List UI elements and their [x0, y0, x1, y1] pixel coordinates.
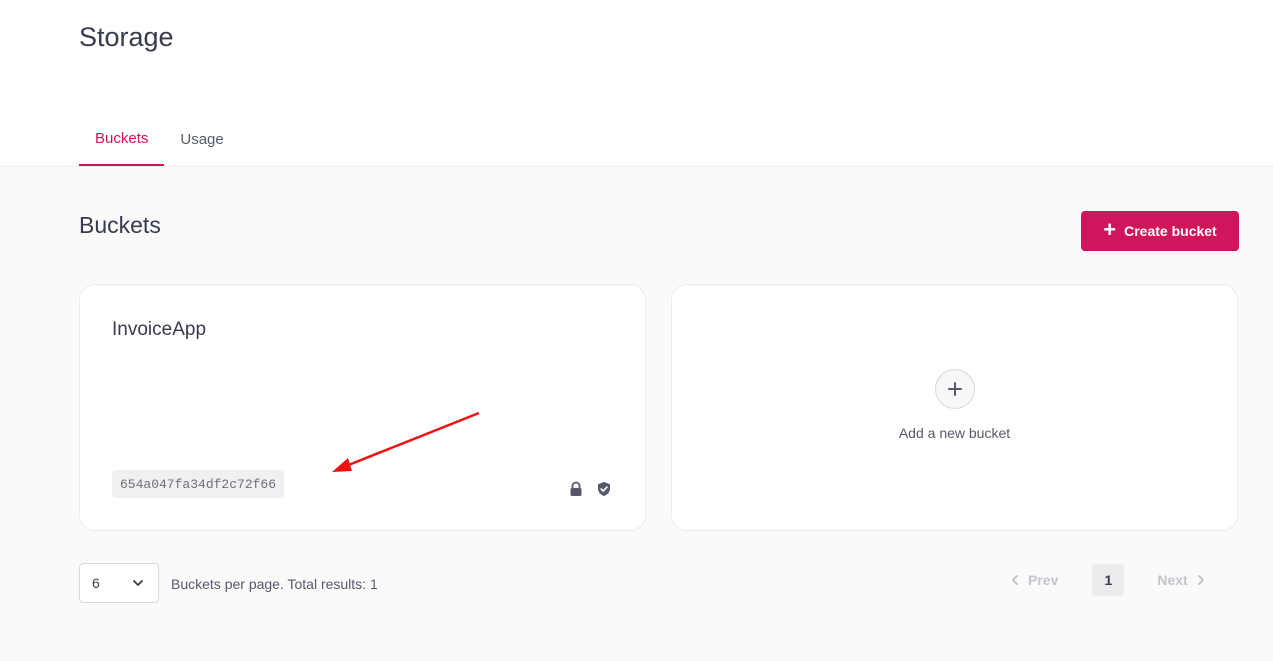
next-label: Next — [1157, 572, 1188, 588]
tab-bar: Buckets Usage — [79, 113, 240, 167]
per-page-value: 6 — [92, 575, 100, 591]
shield-check-icon — [596, 481, 612, 497]
create-bucket-button[interactable]: + Create bucket — [1081, 211, 1239, 251]
chevron-down-icon — [133, 580, 143, 586]
create-bucket-label: Create bucket — [1124, 223, 1217, 239]
page-number-current[interactable]: 1 — [1092, 564, 1125, 596]
tab-usage[interactable]: Usage — [164, 113, 239, 166]
chevron-right-icon — [1197, 575, 1204, 585]
bucket-status-icons — [568, 481, 612, 497]
bucket-name: InvoiceApp — [112, 319, 207, 340]
lock-icon — [568, 481, 584, 497]
plus-icon: + — [1103, 217, 1117, 242]
add-bucket-card[interactable]: Add a new bucket — [671, 284, 1238, 531]
page-header: Storage Buckets Usage — [0, 0, 1273, 167]
tab-buckets[interactable]: Buckets — [79, 113, 165, 166]
section-title: Buckets — [79, 212, 161, 238]
per-page-select[interactable]: 6 — [79, 563, 159, 603]
prev-button[interactable]: Prev — [1010, 572, 1058, 588]
add-circle-button[interactable] — [934, 368, 975, 409]
add-bucket-label: Add a new bucket — [898, 424, 1011, 441]
page-title: Storage — [79, 22, 174, 52]
next-button[interactable]: Next — [1157, 572, 1205, 588]
bucket-id-badge[interactable]: 654a047fa34df2c72f66 — [112, 470, 285, 498]
plus-icon — [947, 381, 962, 396]
chevron-left-icon — [1012, 575, 1018, 585]
bucket-card[interactable]: InvoiceApp 654a047fa34df2c72f66 — [79, 284, 646, 531]
results-summary: Buckets per page. Total results: 1 — [171, 576, 378, 592]
pagination: Prev 1 Next — [1010, 564, 1206, 596]
prev-label: Prev — [1028, 572, 1059, 588]
